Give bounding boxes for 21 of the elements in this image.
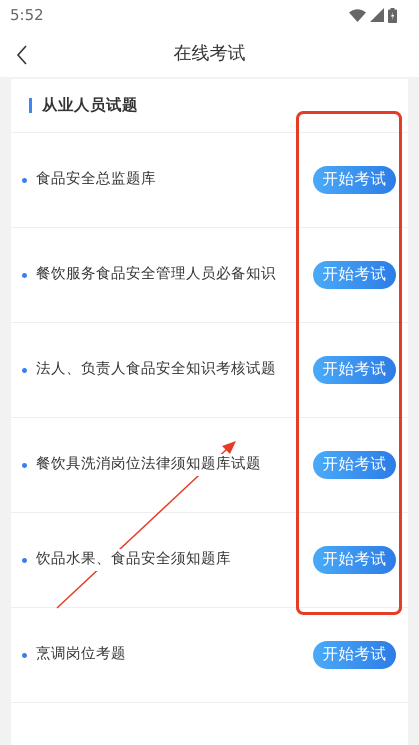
status-time: 5:52 — [10, 4, 44, 26]
start-exam-button[interactable]: 开始考试 — [313, 546, 396, 574]
battery-icon — [388, 8, 397, 22]
start-exam-button[interactable]: 开始考试 — [313, 451, 396, 479]
start-exam-button[interactable]: 开始考试 — [313, 166, 396, 194]
section-title: 从业人员试题 — [42, 94, 138, 116]
start-exam-button[interactable]: 开始考试 — [313, 641, 396, 669]
bullet-icon — [22, 368, 27, 372]
bullet-icon — [22, 462, 27, 468]
bullet-icon — [22, 652, 27, 658]
exam-title: 饮品水果、食品安全须知题库 — [36, 549, 231, 571]
accent-bar — [29, 98, 32, 113]
start-exam-button[interactable]: 开始考试 — [313, 261, 396, 289]
bullet-icon — [22, 178, 27, 182]
page-title: 在线考试 — [174, 42, 246, 66]
start-exam-button[interactable]: 开始考试 — [313, 356, 396, 384]
bullet-icon — [22, 558, 27, 562]
wifi-icon — [349, 8, 366, 22]
exam-title: 餐饮具洗消岗位法律须知题库试题 — [36, 454, 261, 476]
bullet-icon — [22, 272, 27, 278]
signal-icon — [370, 8, 384, 22]
